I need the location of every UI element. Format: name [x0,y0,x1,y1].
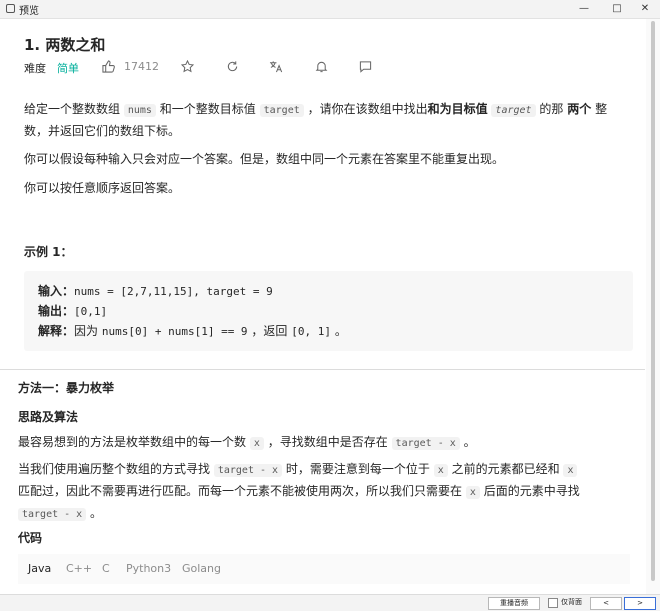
close-button[interactable]: ✕ [630,0,660,18]
preview-content: 1. 两数之和 难度 简单 17412 给定一个整数数组 nums 和一个整数目… [0,19,645,594]
example-block: 输入：nums = [2,7,11,15], target = 9 输出：[0,… [24,271,633,351]
tab-c[interactable]: C [102,562,110,575]
description-paragraph-2: 你可以假设每种输入只会对应一个答案。但是，数组中同一个元素在答案里不能重复出现。 [24,152,505,166]
description-paragraph-1: 给定一个整数数组 nums 和一个整数目标值 target ，请你在该数组中找出… [24,102,608,138]
next-button[interactable]: > [624,597,656,610]
share-icon[interactable] [224,60,240,76]
difficulty-label: 难度 [24,62,46,75]
previous-button[interactable]: < [590,597,622,610]
scrollbar-thumb[interactable] [651,21,655,581]
star-icon[interactable] [179,59,195,76]
code-language-tabs: Java C++ C Python3 Golang [18,554,630,584]
vertical-scrollbar[interactable] [646,19,660,594]
idea-title: 思路及算法 [18,410,79,424]
example-output: 输出：[0,1] [38,304,108,318]
back-only-label: 仅背面 [561,598,582,606]
example-input: 输入：nums = [2,7,11,15], target = 9 [38,284,273,298]
method-title: 方法一：暴力枚举 [18,381,115,395]
minimize-button[interactable]: — [569,0,599,18]
replay-audio-button[interactable]: 重播音频 [488,597,540,610]
tab-python3[interactable]: Python3 [126,562,171,575]
back-only-checkbox[interactable] [548,598,558,608]
window-title: 预览 [19,6,39,17]
example-explanation: 解释：因为 nums[0] + nums[1] == 9 ，返回 [0, 1] … [38,324,347,338]
app-icon [6,4,15,13]
thumbs-up-icon[interactable] [100,60,116,76]
bell-icon[interactable] [313,60,329,76]
tab-cpp[interactable]: C++ [66,562,92,575]
bottom-toolbar: 重播音频 仅背面 < > [0,594,660,611]
description-paragraph-3: 你可以按任意顺序返回答案。 [24,181,181,195]
section-divider [0,369,645,370]
like-count: 17412 [124,60,159,73]
solution-paragraph-2: 当我们使用遍历整个数组的方式寻找 target - x 时，需要注意到每一个位于… [18,462,580,521]
title-bar: 预览 — □ ✕ [0,0,660,19]
code-title: 代码 [18,531,43,545]
tab-java[interactable]: Java [28,562,51,575]
problem-title: 1. 两数之和 [24,36,106,54]
maximize-button[interactable]: □ [602,0,632,18]
comment-icon[interactable] [357,60,373,76]
example-heading: 示例 1： [24,245,73,259]
difficulty-badge: 简单 [57,62,79,75]
translate-icon[interactable] [268,60,284,76]
tab-golang[interactable]: Golang [182,562,221,575]
solution-paragraph-1: 最容易想到的方法是枚举数组中的每一个数 x ，寻找数组中是否存在 target … [18,435,476,450]
